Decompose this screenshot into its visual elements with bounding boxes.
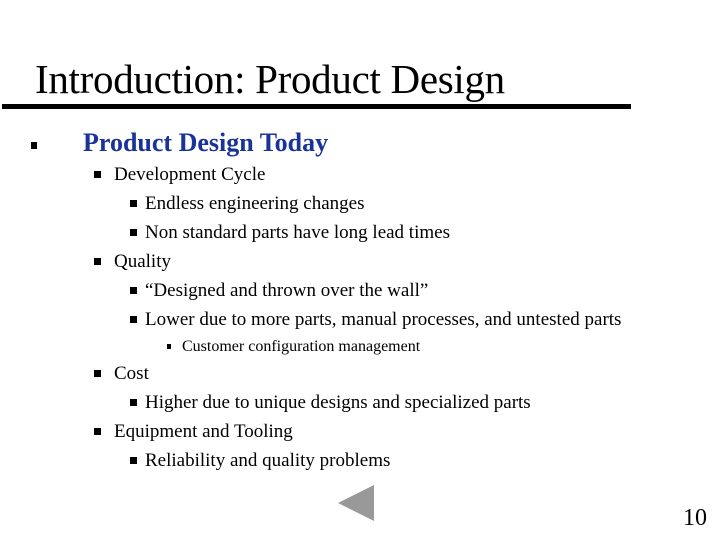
bullet-icon: [130, 229, 137, 236]
bullet-icon: [130, 457, 137, 464]
title-underline: [2, 104, 631, 109]
list-item: Lower due to more parts, manual processe…: [145, 309, 622, 330]
bullet-icon: [167, 344, 171, 349]
list-item: Development Cycle: [114, 164, 266, 185]
section-heading: Product Design Today: [83, 128, 329, 157]
list-item: Quality: [114, 251, 171, 272]
list-item: Reliability and quality problems: [145, 450, 391, 471]
bullet-icon: [94, 370, 101, 377]
list-item: Equipment and Tooling: [114, 421, 293, 442]
list-item: Higher due to unique designs and special…: [145, 392, 531, 413]
bullet-icon: [130, 399, 137, 406]
list-item: Endless engineering changes: [145, 193, 365, 214]
list-item: Cost: [114, 363, 149, 384]
triangle-left-icon: [338, 485, 374, 521]
slide-title: Introduction: Product Design: [35, 56, 505, 102]
bullet-icon: [130, 316, 137, 323]
previous-slide-button[interactable]: [338, 485, 374, 521]
bullet-icon: [94, 171, 101, 178]
bullet-icon: [130, 287, 137, 294]
list-item: Non standard parts have long lead times: [145, 222, 450, 243]
page-number: 10: [683, 505, 707, 531]
bullet-icon: [130, 200, 137, 207]
bullet-icon: [94, 428, 101, 435]
bullet-icon: [94, 258, 101, 265]
list-item: Customer configuration management: [182, 338, 421, 355]
list-item: “Designed and thrown over the wall”: [145, 280, 429, 301]
heading-bullet: [31, 142, 37, 149]
